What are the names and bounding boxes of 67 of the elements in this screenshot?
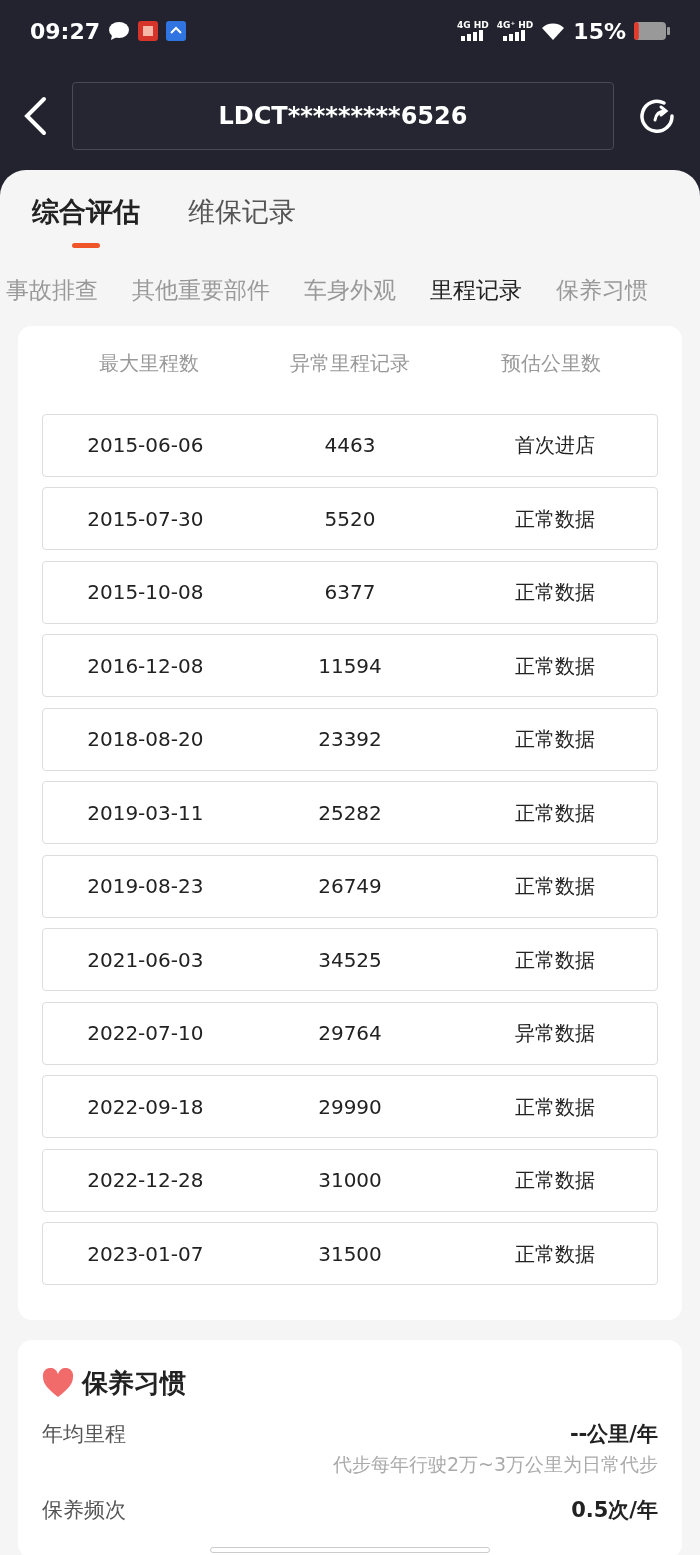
- stat-label: 异常里程记录: [290, 349, 410, 377]
- stat-label: 预估公里数: [501, 349, 602, 377]
- habit-note: 代步每年行驶2万~3万公里为日常代步: [332, 1452, 658, 1477]
- record-date: 2022-09-18: [86, 1093, 205, 1121]
- tab-indicator: [72, 242, 100, 248]
- habit-label: 年均里程: [42, 1420, 126, 1448]
- habit-value: --公里/年: [569, 1420, 658, 1448]
- heart-icon: [42, 1368, 74, 1398]
- record-date: 2022-07-10: [86, 1020, 205, 1047]
- record-date: 2022-12-28: [86, 1167, 205, 1194]
- battery-percent: 15%: [573, 17, 626, 46]
- record-mileage: 31500: [317, 1240, 383, 1268]
- record-mileage: 5520: [323, 505, 377, 533]
- record-mileage: 34525: [317, 946, 383, 974]
- record-date: 2015-07-30: [86, 505, 205, 533]
- record-date: 2015-10-08: [86, 579, 205, 606]
- record-status: 正常数据: [513, 799, 596, 827]
- record-mileage: 26749: [317, 873, 383, 900]
- record-date: 2018-08-20: [86, 726, 205, 753]
- app-icon: [138, 21, 159, 41]
- section-title: 保养习惯: [82, 1366, 186, 1400]
- tab[interactable]: 维保记录: [188, 170, 296, 233]
- record-date: 2019-08-23: [86, 873, 205, 900]
- tab[interactable]: 车身外观: [304, 273, 396, 308]
- record-date: 2023-01-07: [86, 1240, 205, 1268]
- habit-label: 保养频次: [42, 1496, 126, 1524]
- clock: 09:27: [30, 17, 101, 46]
- record-status: 正常数据: [513, 1093, 596, 1121]
- record-mileage: 23392: [317, 726, 383, 753]
- vin-field: LDCT*********6526: [72, 82, 614, 150]
- battery-icon: [634, 22, 670, 40]
- signal-icon: [460, 30, 485, 41]
- tab[interactable]: 综合评估: [32, 170, 140, 233]
- record-mileage: 6377: [323, 579, 377, 606]
- app-icon: [166, 21, 187, 41]
- record-status: 正常数据: [513, 652, 596, 680]
- record-mileage: 4463: [323, 432, 377, 459]
- tab[interactable]: 事故排查: [6, 273, 98, 308]
- record-date: 2016-12-08: [86, 652, 205, 680]
- record-status: 正常数据: [513, 1167, 596, 1194]
- record-mileage: 29764: [317, 1020, 383, 1047]
- record-date: 2019-03-11: [86, 799, 205, 827]
- record-date: 2015-06-06: [86, 432, 205, 459]
- tab[interactable]: 保养习惯: [556, 273, 648, 308]
- record-status: 正常数据: [513, 946, 596, 974]
- record-status: 正常数据: [513, 579, 596, 606]
- record-status: 正常数据: [513, 726, 596, 753]
- network-label: 4G⁺ HD: [496, 21, 534, 30]
- record-status: 正常数据: [513, 1240, 596, 1268]
- record-date: 2021-06-03: [86, 946, 205, 974]
- stat-label: 最大里程数: [98, 349, 199, 377]
- chat-bubble-icon: [108, 21, 131, 41]
- signal-icon: [503, 30, 528, 41]
- tab[interactable]: 其他重要部件: [132, 273, 270, 308]
- tab[interactable]: 里程记录: [430, 273, 522, 308]
- record-mileage: 31000: [317, 1167, 383, 1194]
- record-mileage: 25282: [317, 799, 383, 827]
- record-mileage: 11594: [317, 652, 383, 680]
- record-status: 首次进店: [513, 432, 596, 459]
- network-label: 4G HD: [457, 21, 489, 30]
- record-status: 异常数据: [513, 1020, 596, 1047]
- back-icon[interactable]: [22, 96, 48, 136]
- record-status: 正常数据: [513, 873, 596, 900]
- habit-value: 0.5次/年: [571, 1496, 658, 1524]
- wifi-icon: [541, 22, 566, 40]
- record-mileage: 29990: [317, 1093, 383, 1121]
- record-status: 正常数据: [513, 505, 596, 533]
